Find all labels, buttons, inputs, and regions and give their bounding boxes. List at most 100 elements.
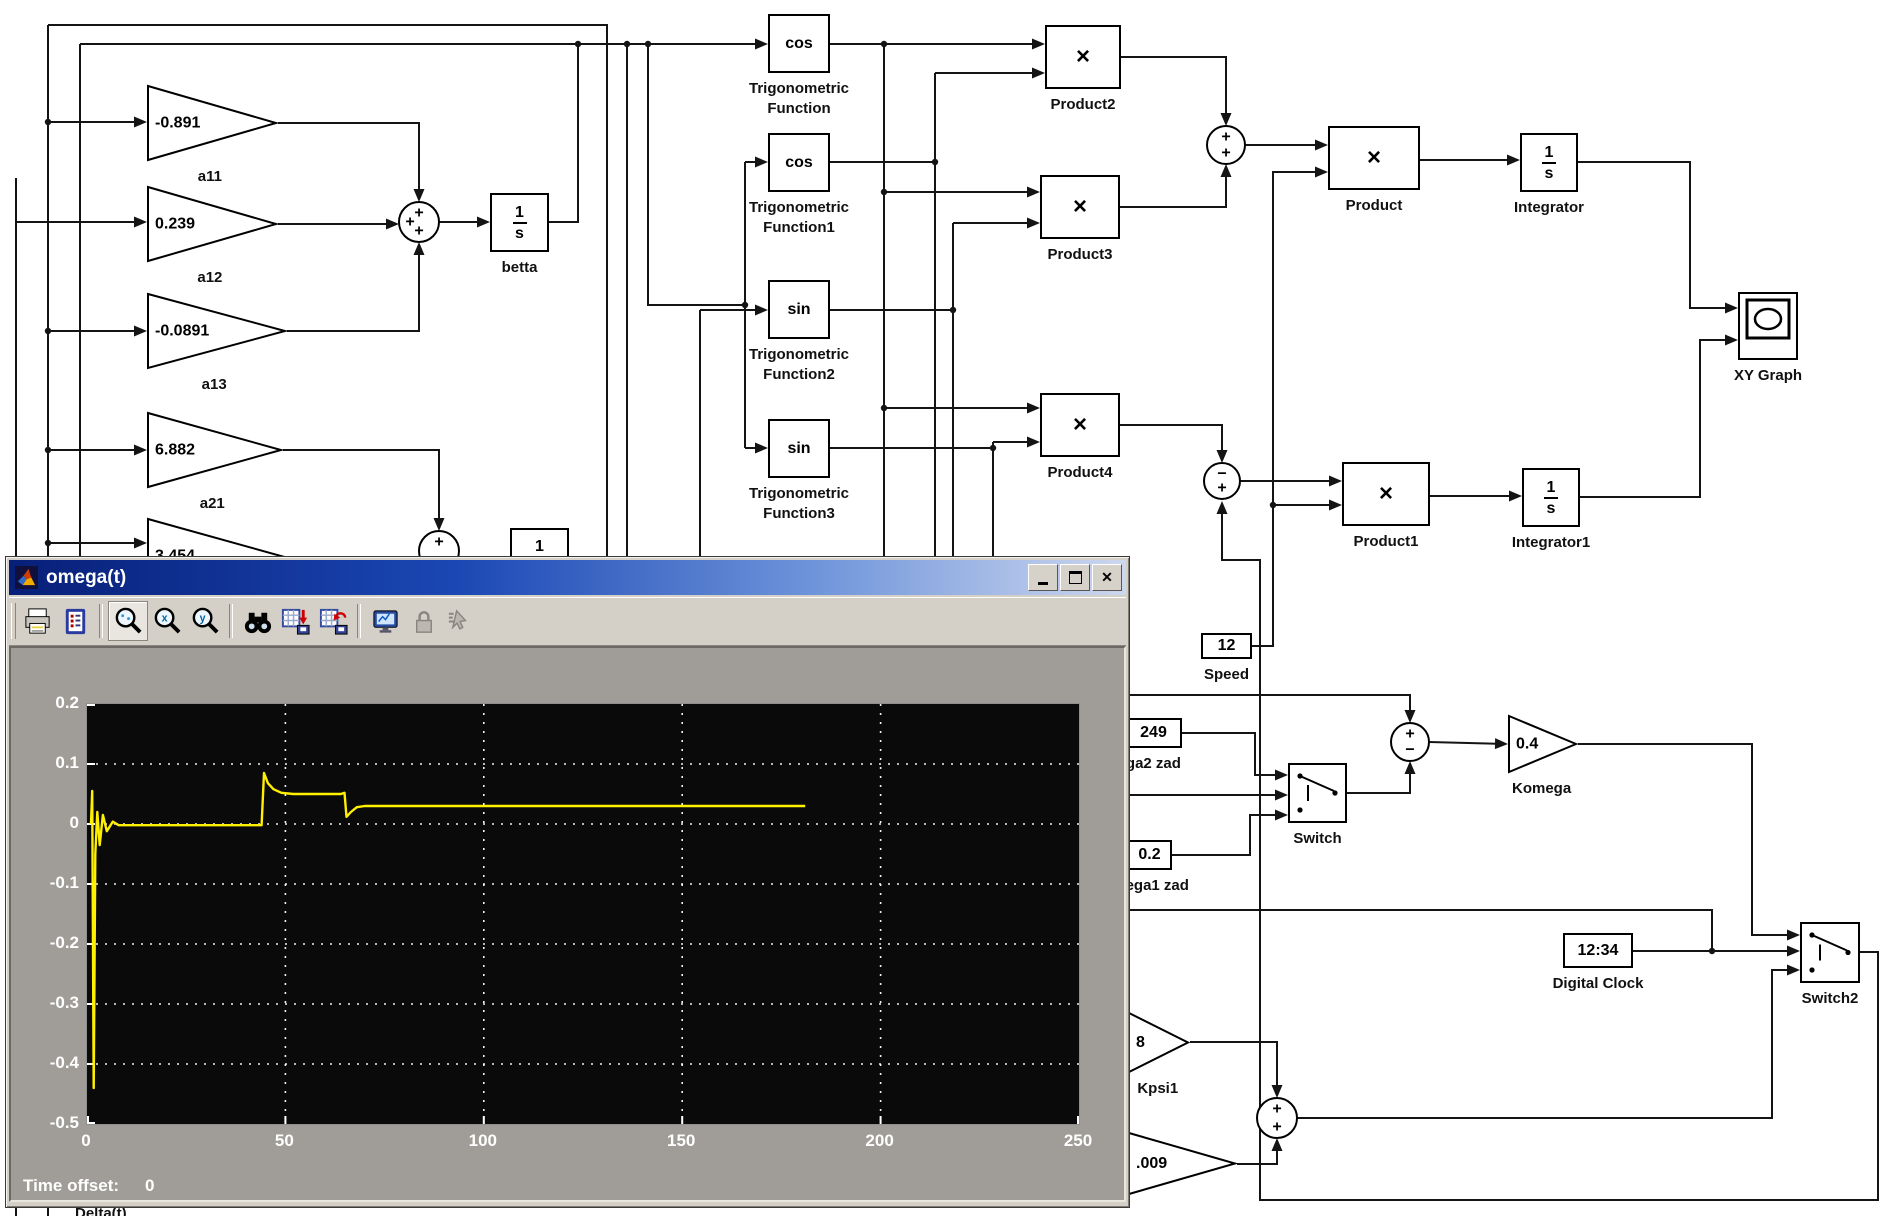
signal-wire — [1580, 340, 1727, 497]
svg-text:-0.0891: -0.0891 — [155, 323, 209, 340]
signal-wire — [1172, 815, 1277, 855]
block-a12[interactable]: 0.239 — [147, 186, 278, 262]
zoom-y-icon: y — [190, 606, 221, 637]
svg-text:y: y — [199, 612, 205, 624]
block-product2[interactable]: × — [1045, 25, 1121, 89]
scope-plot-panel: 0.20.10-0.1-0.2-0.3-0.4-0.5 050100150200… — [9, 646, 1126, 1202]
block-komega[interactable]: 0.4 — [1508, 715, 1578, 773]
block-product3[interactable]: × — [1040, 175, 1120, 239]
block-label-trig-fn3: Function3 — [763, 504, 835, 523]
block-label-a11: a11 — [198, 167, 222, 186]
maximize-button[interactable] — [1060, 564, 1090, 591]
time-offset-label: Time offset: — [23, 1176, 119, 1195]
toolbar-zoom-button[interactable] — [108, 601, 148, 641]
toolbar-floating-scope-button[interactable] — [366, 602, 404, 640]
svg-text:0.4: 0.4 — [1516, 736, 1538, 753]
block-switch2[interactable] — [1800, 922, 1860, 983]
block-product1[interactable]: × — [1342, 462, 1430, 526]
signal-wire — [1297, 970, 1789, 1118]
block-integrator1[interactable]: 1s — [1522, 468, 1580, 527]
integrator-fraction: 1s — [1542, 144, 1556, 182]
toolbar-zoom-y-button[interactable]: y — [186, 602, 224, 640]
block-label-a12: a12 — [197, 268, 222, 287]
signal-wire — [278, 123, 419, 191]
const-value: 0.2 — [1138, 846, 1160, 864]
plot-area — [86, 703, 1080, 1125]
x-tick-label: 50 — [275, 1131, 294, 1151]
toolbar-restore-axes-button[interactable] — [314, 602, 352, 640]
block-label-product4: Product4 — [1047, 463, 1112, 482]
signal-wire — [1182, 733, 1277, 775]
trig-fn-text: cos — [785, 154, 813, 172]
x-tick-label: 250 — [1064, 1131, 1092, 1151]
minimize-button[interactable] — [1028, 564, 1058, 591]
simulink-model-canvas: -0.891a110.239a12-0.0891a136.882a213.454… — [0, 0, 1890, 1216]
block-c02[interactable]: 0.2 — [1127, 840, 1172, 870]
svg-text:8: 8 — [1136, 1034, 1145, 1051]
svg-text:+: + — [1272, 1119, 1281, 1136]
block-label-clock: Digital Clock — [1553, 974, 1644, 993]
block-sum5[interactable]: +− — [1389, 721, 1431, 763]
block-trig-fn[interactable]: cos — [768, 14, 830, 73]
autoscale-icon — [242, 606, 273, 637]
block-trig-fn3[interactable]: sin — [768, 419, 830, 478]
block-sum4[interactable]: −+ — [1202, 461, 1242, 501]
toolbar-print-button[interactable] — [18, 602, 56, 640]
block-speed[interactable]: 12 — [1201, 633, 1252, 659]
signal-wire — [1128, 695, 1410, 712]
zoom-x-icon: x — [152, 606, 183, 637]
block-clock[interactable]: 12:34 — [1563, 933, 1633, 968]
block-xygraph[interactable] — [1738, 292, 1798, 360]
block-switch[interactable] — [1288, 763, 1347, 823]
block-sum6[interactable]: ++ — [1255, 1096, 1299, 1140]
print-icon — [22, 606, 53, 637]
minimize-icon — [1038, 582, 1048, 585]
block-trig-fn2[interactable]: sin — [768, 280, 830, 339]
parameters-icon — [60, 606, 91, 637]
toolbar-lock-axes-button — [404, 602, 442, 640]
svg-text:-0.891: -0.891 — [155, 115, 200, 132]
block-betta[interactable]: 1s — [490, 193, 549, 252]
block-kpsi1[interactable]: 8 — [1128, 1012, 1190, 1073]
y-tick-label: -0.4 — [19, 1053, 79, 1073]
block-label-trig-fn2: Function2 — [763, 365, 835, 384]
trig-fn-text: cos — [785, 35, 813, 53]
signal-wire — [1222, 512, 1878, 1200]
svg-text:+: + — [1221, 145, 1230, 162]
toolbar-parameters-button[interactable] — [56, 602, 94, 640]
signal-wire — [1121, 57, 1226, 115]
svg-text:0.239: 0.239 — [155, 216, 195, 233]
zoom-icon — [113, 606, 144, 637]
block-k009[interactable]: .009 — [1128, 1132, 1237, 1195]
product-x-icon: × — [1073, 411, 1087, 439]
y-tick-label: -0.1 — [19, 873, 79, 893]
block-product4[interactable]: × — [1040, 393, 1120, 457]
scope-title-bar[interactable]: omega(t) ✕ — [9, 560, 1126, 595]
svg-text:+: + — [414, 205, 423, 222]
toolbar-autoscale-button[interactable] — [238, 602, 276, 640]
block-sum3[interactable]: ++ — [1205, 124, 1247, 166]
block-label-speed: Speed — [1204, 665, 1249, 684]
product-x-icon: × — [1076, 43, 1090, 71]
const-value: 12 — [1218, 637, 1236, 655]
toolbar-save-axes-button[interactable] — [276, 602, 314, 640]
block-integrator[interactable]: 1s — [1520, 133, 1578, 192]
block-a11[interactable]: -0.891 — [147, 85, 278, 161]
svg-text:+: + — [434, 534, 443, 551]
block-a13[interactable]: -0.0891 — [147, 293, 287, 369]
close-button[interactable]: ✕ — [1092, 564, 1122, 591]
block-label-switch: Switch — [1293, 829, 1341, 848]
block-label-trig-fn3: Trigonometric — [749, 484, 849, 503]
block-product[interactable]: × — [1328, 126, 1420, 190]
block-c249[interactable]: 249 — [1125, 718, 1182, 748]
svg-text:−: − — [1405, 742, 1414, 759]
svg-text:6.882: 6.882 — [155, 442, 195, 459]
toolbar-handle[interactable] — [11, 603, 16, 639]
wire-junction — [45, 447, 51, 453]
block-label-switch2: Switch2 — [1802, 989, 1859, 1008]
block-a21[interactable]: 6.882 — [147, 412, 283, 488]
block-sum1[interactable]: +++ — [397, 200, 441, 244]
block-label-betta: betta — [502, 258, 538, 277]
toolbar-zoom-x-button[interactable]: x — [148, 602, 186, 640]
block-trig-fn1[interactable]: cos — [768, 133, 830, 192]
